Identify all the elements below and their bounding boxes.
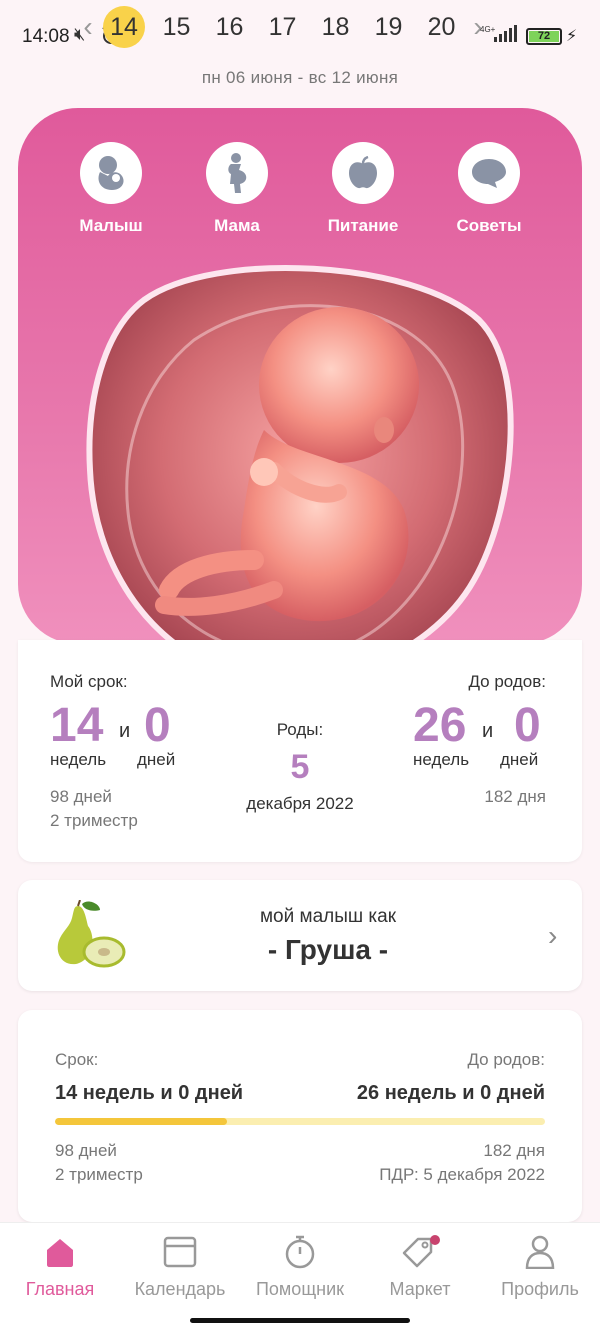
day-17[interactable]: 17 (256, 6, 309, 48)
weeks-unit: недель (50, 750, 107, 769)
home-indicator (190, 1318, 410, 1323)
tab-mother-label: Мама (214, 216, 260, 235)
fetus-illustration[interactable] (84, 260, 516, 690)
progress-card: Срок: До родов: 14 недель и 0 дней 26 не… (18, 1010, 582, 1222)
mother-icon (228, 153, 247, 193)
bottom-nav: Главная Календарь Помощник Маркет Профил… (0, 1222, 600, 1332)
term-trimester: 2 триместр (50, 811, 138, 830)
progress-days-left: 182 дня (483, 1141, 545, 1160)
tab-baby-label: Малыш (79, 216, 143, 235)
tab-baby[interactable]: Малыш (48, 142, 174, 236)
term-and: и (119, 720, 131, 742)
term-total-days: 98 дней (50, 787, 112, 806)
charging-icon: ⚡︎ (566, 28, 578, 45)
prev-week-icon[interactable]: ‹ (78, 11, 98, 43)
until-weeks-unit: недель (413, 750, 470, 769)
nav-market[interactable]: Маркет (360, 1235, 480, 1300)
nav-profile-label: Профиль (501, 1279, 579, 1299)
day-14[interactable]: 14 (103, 6, 145, 48)
progress-days-passed: 98 дней (55, 1141, 117, 1160)
calendar-icon (163, 1236, 197, 1268)
pregnancy-progress-fill (55, 1118, 227, 1125)
nutrition-tab-circle (332, 142, 394, 204)
progress-term-value: 14 недель и 0 дней (55, 1082, 244, 1104)
battery-icon: 72 (526, 28, 562, 45)
until-days: 0 (514, 699, 541, 752)
until-total-days: 182 дня (484, 787, 546, 806)
mother-tab-circle (206, 142, 268, 204)
market-notification-dot (430, 1235, 440, 1245)
hero-tabs: Малыш Мама Питание Советы (18, 142, 582, 236)
term-days: 0 (144, 699, 171, 752)
tab-tips[interactable]: Советы (426, 142, 552, 236)
nav-calendar[interactable]: Календарь (120, 1235, 240, 1300)
birth-month-year: декабря 2022 (246, 794, 354, 813)
nav-assistant-label: Помощник (255, 1279, 344, 1299)
nav-assistant[interactable]: Помощник (240, 1235, 360, 1300)
day-18[interactable]: 18 (309, 6, 362, 48)
progress-due-date: ПДР: 5 декабря 2022 (379, 1165, 545, 1184)
until-days-unit: дней (500, 750, 539, 769)
tips-tab-circle (458, 142, 520, 204)
home-icon (47, 1239, 73, 1267)
network-type: 4G+ (480, 25, 496, 34)
pregnancy-progress-bar (55, 1118, 545, 1125)
day-15[interactable]: 15 (150, 6, 203, 48)
status-bar: 14:08 🔇︎ ‹ 14 15 16 17 18 19 20 › 4G+ 72… (0, 0, 600, 60)
days-unit: дней (137, 750, 176, 769)
chat-icon (472, 159, 506, 188)
day-16[interactable]: 16 (203, 6, 256, 48)
battery-level: 72 (529, 31, 559, 42)
term-weeks: 14 (50, 699, 104, 752)
fruit-size-card[interactable]: мой малыш как - Груша - › (18, 880, 582, 991)
nav-profile[interactable]: Профиль (480, 1235, 600, 1300)
progress-term-label: Срок: (55, 1050, 99, 1069)
timer-icon (285, 1235, 315, 1269)
tab-nutrition-label: Питание (327, 216, 399, 235)
fruit-caption: мой малыш как (259, 906, 397, 927)
progress-until-value: 26 недель и 0 дней (356, 1082, 545, 1104)
nav-market-label: Маркет (389, 1279, 451, 1299)
progress-trimester: 2 триместр (55, 1165, 143, 1184)
apple-icon (349, 156, 377, 189)
pear-icon (57, 900, 126, 968)
baby-tab-circle (80, 142, 142, 204)
tab-tips-label: Советы (456, 216, 522, 235)
birth-label: Роды: (276, 720, 324, 739)
nav-home-label: Главная (25, 1279, 95, 1299)
fetus-image (86, 265, 514, 686)
birth-day: 5 (290, 748, 310, 786)
until-and: и (482, 720, 494, 742)
tab-nutrition[interactable]: Питание (300, 142, 426, 236)
until-label: До родов: (468, 672, 546, 691)
term-card: Мой срок: 14 и 0 недель дней 98 дней 2 т… (18, 640, 582, 862)
status-time: 14:08 (22, 26, 70, 47)
tab-mother[interactable]: Мама (174, 142, 300, 236)
signal-icon: 4G+ (480, 25, 517, 42)
day-19[interactable]: 19 (362, 6, 415, 48)
progress-until-label: До родов: (467, 1050, 545, 1069)
nav-calendar-label: Календарь (134, 1279, 226, 1299)
tag-icon (402, 1235, 440, 1268)
until-weeks: 26 (413, 699, 467, 752)
nav-home[interactable]: Главная (0, 1235, 120, 1300)
my-term-label: Мой срок: (50, 672, 128, 691)
fruit-name: - Груша - (267, 934, 389, 965)
profile-icon (525, 1235, 555, 1269)
week-range: пн 06 июня - вс 12 июня (201, 68, 399, 87)
chevron-right-icon[interactable]: › (548, 920, 557, 952)
day-20[interactable]: 20 (415, 6, 468, 48)
week-strip: ‹ 14 15 16 17 18 19 20 › (78, 6, 488, 48)
baby-icon (98, 156, 124, 190)
